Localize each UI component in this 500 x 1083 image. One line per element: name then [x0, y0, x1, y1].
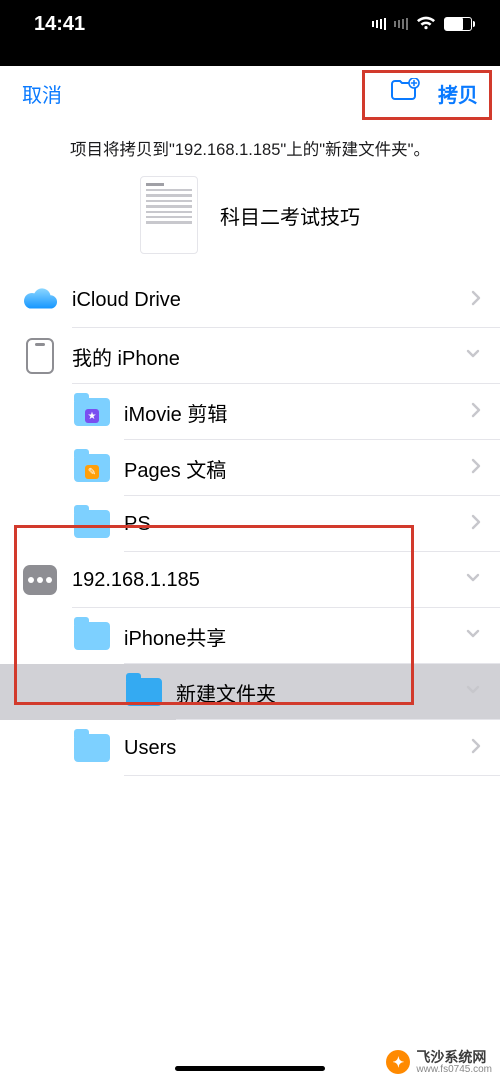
location-row[interactable]: PS: [0, 496, 500, 552]
document-preview: 科目二考试技巧: [0, 176, 500, 254]
location-label: Pages 文稿: [124, 454, 470, 483]
signal-icon: [372, 18, 386, 30]
location-label: 192.168.1.185: [72, 569, 464, 592]
chevron-right-icon[interactable]: [470, 457, 482, 480]
sheet-backdrop: [0, 48, 500, 66]
iphone-icon: [22, 338, 58, 374]
server-icon: [22, 562, 58, 598]
signal-icon-secondary: [394, 18, 408, 30]
folder-star-icon: ★: [74, 394, 110, 430]
icloud-icon: [22, 282, 58, 318]
folder-icon: [74, 506, 110, 542]
location-row[interactable]: ✎ Pages 文稿: [0, 440, 500, 496]
location-row[interactable]: iCloud Drive: [0, 272, 500, 328]
wifi-icon: [416, 13, 436, 36]
chevron-down-icon[interactable]: [464, 681, 482, 704]
chevron-right-icon[interactable]: [470, 737, 482, 760]
copy-button[interactable]: 拷贝: [438, 79, 478, 108]
location-row[interactable]: iPhone共享: [0, 608, 500, 664]
location-row[interactable]: ★ iMovie 剪辑: [0, 384, 500, 440]
chevron-right-icon[interactable]: [470, 513, 482, 536]
location-label: iPhone共享: [124, 622, 464, 651]
watermark: ✦ 飞沙系统网 www.fs0745.com: [386, 1050, 492, 1075]
nav-bar: 取消 拷贝: [0, 66, 500, 120]
location-label: Users: [124, 737, 470, 760]
location-label: iMovie 剪辑: [124, 398, 470, 427]
sheet: 取消 拷贝 项目将拷贝到"192.168.1.185"上的"新建文件夹"。: [0, 66, 500, 1083]
location-row[interactable]: 192.168.1.185: [0, 552, 500, 608]
folder-solid-icon: [126, 674, 162, 710]
location-row[interactable]: 新建文件夹: [0, 664, 500, 720]
location-list: iCloud Drive 我的 iPhone ★ iMovie 剪辑 ✎ Pages 文稿…: [0, 272, 500, 776]
chevron-right-icon[interactable]: [470, 289, 482, 312]
status-bar: 14:41: [0, 0, 500, 48]
location-label: 新建文件夹: [176, 678, 464, 707]
home-indicator: [175, 1066, 325, 1071]
new-folder-button[interactable]: [390, 78, 420, 108]
document-title: 科目二考试技巧: [220, 201, 360, 230]
location-row[interactable]: Users: [0, 720, 500, 776]
cancel-button[interactable]: 取消: [22, 79, 62, 108]
folder-icon: [74, 730, 110, 766]
chevron-down-icon[interactable]: [464, 345, 482, 368]
destination-subtitle: 项目将拷贝到"192.168.1.185"上的"新建文件夹"。: [0, 136, 500, 160]
location-label: iCloud Drive: [72, 289, 470, 312]
battery-icon: [444, 17, 472, 31]
watermark-brand: 飞沙系统网: [416, 1049, 486, 1065]
new-folder-icon: [390, 78, 420, 102]
location-row[interactable]: 我的 iPhone: [0, 328, 500, 384]
status-time: 14:41: [34, 13, 85, 36]
chevron-right-icon[interactable]: [470, 401, 482, 424]
folder-pen-icon: ✎: [74, 450, 110, 486]
watermark-url: www.fs0745.com: [416, 1065, 492, 1076]
location-label: 我的 iPhone: [72, 342, 464, 371]
location-label: PS: [124, 513, 470, 536]
chevron-down-icon[interactable]: [464, 569, 482, 592]
document-thumb-icon: [140, 176, 198, 254]
chevron-down-icon[interactable]: [464, 625, 482, 648]
status-indicators: [372, 13, 472, 36]
folder-icon: [74, 618, 110, 654]
watermark-logo-icon: ✦: [386, 1050, 410, 1074]
